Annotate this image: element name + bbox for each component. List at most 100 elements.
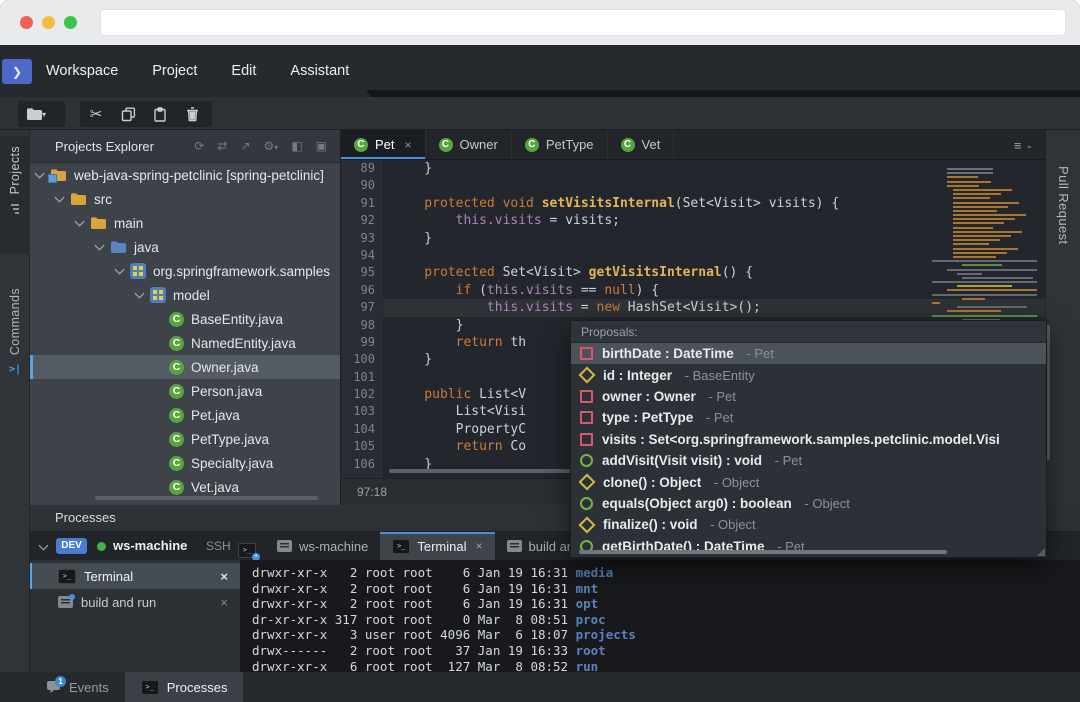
terminal-line: drwx------ 2 root root 37 Jan 19 16:33 r… [252,643,1080,659]
collapse-panel-icon[interactable]: ◧ [291,139,302,153]
proposal-item[interactable]: id : Integer - BaseEntity [571,364,1046,385]
close-icon[interactable]: × [405,138,412,152]
sidebar-toggle-button[interactable]: ❯ [2,59,32,84]
close-icon[interactable]: × [220,595,228,610]
process-tree-item[interactable]: build and run× [30,589,240,615]
proposal-item[interactable]: owner : Owner - Pet [571,386,1046,407]
events-badge: 1 [55,676,66,687]
ide-window: ❯ WorkspaceProjectEditAssistant ▾ EXEC d… [0,0,1080,702]
tree-item[interactable]: web-java-spring-petclinic [spring-petcli… [30,163,340,187]
add-terminal-button[interactable]: >_ + [238,539,256,558]
chevron-down-icon[interactable] [35,169,45,179]
close-icon[interactable]: × [475,539,482,553]
bottom-tab-processes[interactable]: >_Processes [125,672,244,702]
class-icon: C [169,336,184,351]
editor-tab-bar: C Pet × COwnerCPetTypeCVet [341,130,1045,160]
process-tab-ws-machine[interactable]: ws-machine [265,532,380,560]
proposal-item[interactable]: clone() : Object - Object [571,471,1046,492]
tree-item[interactable]: COwner.java [30,355,340,379]
process-tree-item[interactable]: >_Terminal× [30,563,240,589]
editor-tab-label: Vet [642,137,661,152]
proposal-origin: - Pet [705,389,736,404]
line-number: 104 [341,421,383,438]
proposal-item[interactable]: type : PetType - Pet [571,407,1046,428]
proposals-popup: Proposals: birthDate : DateTime - Petid … [570,320,1047,558]
menu-workspace[interactable]: Workspace [46,63,118,79]
editor-menu-button[interactable]: ≡⌄ [1014,130,1033,160]
rail-tab-pull-request[interactable]: Pull Request [1056,166,1071,245]
bottom-tab-events[interactable]: 1Events [30,672,125,702]
proposal-origin: - Object [707,517,756,532]
refresh-icon[interactable]: ⟳ [194,139,204,153]
proposal-item[interactable]: finalize() : void - Object [571,514,1046,535]
url-bar[interactable] [100,9,1066,36]
tree-item[interactable]: main [30,211,340,235]
minimize-window-button[interactable] [42,16,55,29]
process-tab-terminal[interactable]: >_Terminal× [380,532,494,560]
tree-item[interactable]: CSpecialty.java [30,451,340,475]
menubar: ❯ WorkspaceProjectEditAssistant ▾ EXEC d… [0,45,1080,97]
explorer-horizontal-scrollbar[interactable] [95,496,318,500]
editor-horizontal-scrollbar[interactable] [389,469,577,473]
menu-assistant[interactable]: Assistant [290,63,349,79]
close-icon[interactable]: × [220,569,228,584]
class-icon: C [169,432,184,447]
editor-tab-label: Pet [375,137,395,152]
chevron-down-icon[interactable] [75,217,85,227]
proposal-item[interactable]: addVisit(Visit visit) : void - Pet [571,450,1046,471]
terminal-output: drwxr-xr-x 2 root root 6 Jan 19 16:31 me… [240,560,1080,672]
rail-tab-projects[interactable]: Projects [0,136,30,254]
tree-item[interactable]: model [30,283,340,307]
maximize-panel-icon[interactable]: ▣ [316,139,327,153]
tree-item[interactable]: org.springframework.samples [30,259,340,283]
menu-edit[interactable]: Edit [231,63,256,79]
compare-icon[interactable]: ⇄ [217,139,227,153]
editor-tab-owner[interactable]: COwner [426,130,512,159]
editor-tab-pet[interactable]: C Pet × [341,130,426,159]
proposal-label: equals(Object arg0) : boolean [602,496,792,511]
tree-item[interactable]: java [30,235,340,259]
tree-item[interactable]: CPetType.java [30,427,340,451]
tree-item[interactable]: CNamedEntity.java [30,331,340,355]
delete-button[interactable] [176,107,208,122]
rail-tab-commands[interactable]: Commands >| [0,278,30,408]
link-with-editor-icon[interactable]: ↗ [240,139,250,153]
new-project-button[interactable]: ▾ [18,101,65,127]
tree-item[interactable]: CBaseEntity.java [30,307,340,331]
code-line: 90 [341,177,1045,194]
proposals-horizontal-scrollbar[interactable] [579,550,947,554]
proposals-resize-handle[interactable] [1037,548,1045,556]
menu-project[interactable]: Project [152,63,197,79]
code-line: 91 protected void setVisitsInternal(Set<… [341,195,1045,212]
editor-tab-label: PetType [546,137,594,152]
copy-button[interactable] [112,107,144,122]
tree-item[interactable]: CPet.java [30,403,340,427]
tree-item[interactable]: CPerson.java [30,379,340,403]
chevron-down-icon[interactable] [55,193,65,203]
terminal-line: drwxr-xr-x 2 root root 6 Jan 19 16:31 me… [252,565,1080,581]
tree-item[interactable]: src [30,187,340,211]
chevron-down-icon[interactable] [135,289,145,299]
proposal-label: clone() : Object [603,475,701,490]
proposal-item[interactable]: visits : Set<org.springframework.samples… [571,429,1046,450]
proposal-item[interactable]: birthDate : DateTime - Pet [571,343,1046,364]
chevron-down-icon[interactable] [115,265,125,275]
chevron-down-icon[interactable] [39,541,49,551]
terminal-line: drwxr-xr-x 2 root root 6 Jan 19 16:31 mn… [252,581,1080,597]
method-icon [580,497,593,510]
maximize-window-button[interactable] [64,16,77,29]
cut-button[interactable]: ✂ [80,105,112,123]
proposal-origin: - BaseEntity [681,368,755,383]
paste-button[interactable] [144,107,176,122]
class-icon: C [354,138,368,152]
gear-icon[interactable]: ⚙▾ [264,139,279,153]
editor-tab-vet[interactable]: CVet [608,130,675,159]
close-window-button[interactable] [20,16,33,29]
proposal-item[interactable]: equals(Object arg0) : boolean - Object [571,493,1046,514]
code-text [383,177,1045,194]
editor-tab-pettype[interactable]: CPetType [512,130,608,159]
bottom-tab-label: Processes [167,680,228,695]
tree-item-label: model [173,288,210,303]
process-tab-label: ws-machine [299,539,368,554]
chevron-down-icon[interactable] [95,241,105,251]
